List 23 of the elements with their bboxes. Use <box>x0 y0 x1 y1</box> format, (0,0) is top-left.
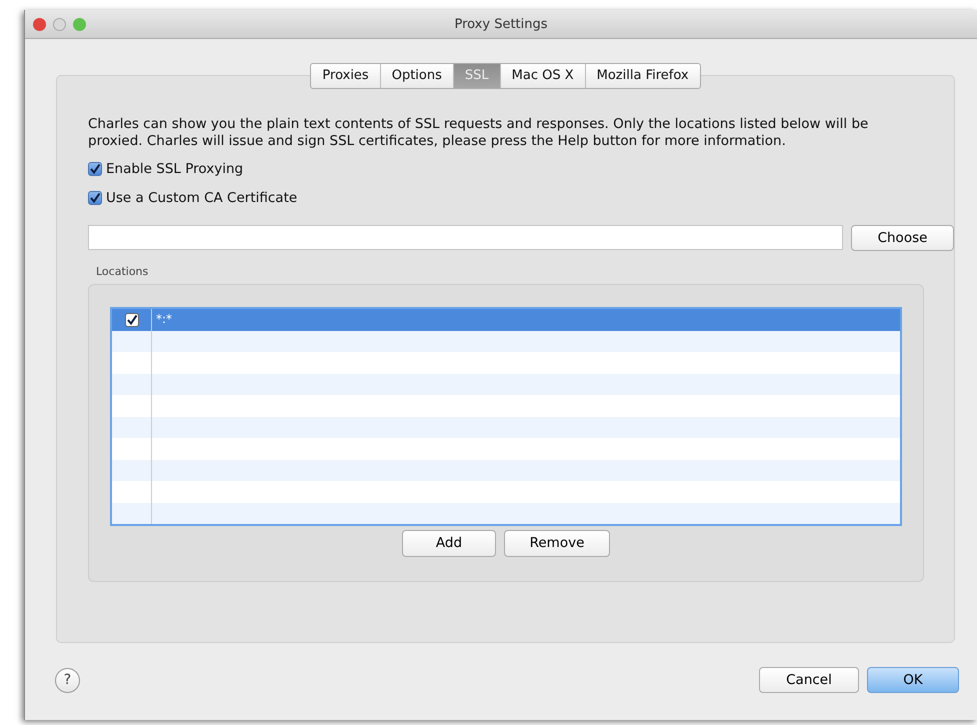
checkbox-label: Enable SSL Proxying <box>106 160 244 179</box>
checkbox[interactable] <box>124 313 138 327</box>
add-button[interactable]: Add <box>402 530 496 556</box>
checkbox[interactable] <box>88 191 102 206</box>
close-button[interactable] <box>33 18 46 31</box>
help-button[interactable]: ? <box>55 668 80 693</box>
ok-button[interactable]: OK <box>867 667 959 694</box>
tab[interactable]: Proxies <box>311 64 380 88</box>
minimize-button[interactable] <box>53 18 66 31</box>
tab[interactable]: Mac OS X <box>500 64 585 88</box>
window-title: Proxy Settings <box>454 16 548 34</box>
locations-label: Locations <box>96 264 150 280</box>
checkbox-label: Use a Custom CA Certificate <box>106 189 298 208</box>
table-row[interactable]: *:* <box>112 309 900 331</box>
table-cell-text: *:* <box>155 311 174 328</box>
certificate-field[interactable] <box>88 225 843 250</box>
tab[interactable]: Mozilla Firefox <box>584 64 700 88</box>
zoom-button[interactable] <box>73 18 86 31</box>
remove-button[interactable]: Remove <box>504 530 610 556</box>
choose-button[interactable]: Choose <box>851 224 954 251</box>
cancel-button[interactable]: Cancel <box>759 667 859 694</box>
checkbox[interactable] <box>88 162 102 176</box>
description-text: Charles can show you the plain text contents of SSL requests and responses. Only the locations listed below will be proxied. Charles will issue and sign SSL certificates, please press the Help button for more information. <box>88 116 870 150</box>
